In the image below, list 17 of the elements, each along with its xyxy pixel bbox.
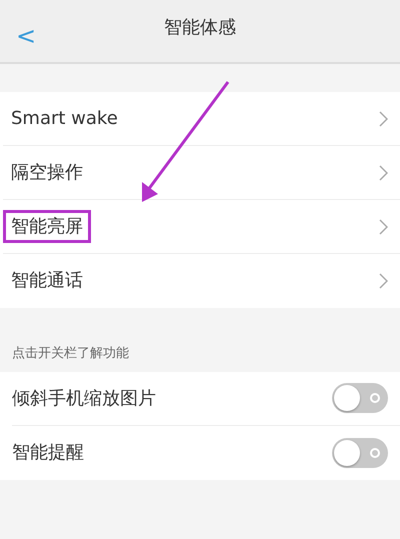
toggle-label: 智能提醒 xyxy=(12,441,84,465)
chevron-right-icon xyxy=(379,110,388,126)
toggle-label: 倾斜手机缩放图片 xyxy=(12,386,156,410)
row-label: 智能亮屏 xyxy=(3,210,91,244)
settings-row[interactable]: 智能通话 xyxy=(3,254,400,308)
row-label: Smart wake xyxy=(10,106,119,131)
settings-row[interactable]: Smart wake xyxy=(3,92,400,146)
toggle-switch[interactable] xyxy=(332,383,388,413)
screen-title: 智能体感 xyxy=(164,17,236,38)
row-label: 智能通话 xyxy=(10,269,84,294)
chevron-right-icon xyxy=(379,164,388,180)
toggle-switch[interactable] xyxy=(332,438,388,468)
section-label: 点击开关栏了解功能 xyxy=(11,345,130,363)
chevron-right-icon xyxy=(379,218,388,234)
row-label: 隔空操作 xyxy=(10,160,84,185)
chevron-right-icon xyxy=(379,273,388,289)
settings-row[interactable]: 智能亮屏 xyxy=(3,200,400,254)
